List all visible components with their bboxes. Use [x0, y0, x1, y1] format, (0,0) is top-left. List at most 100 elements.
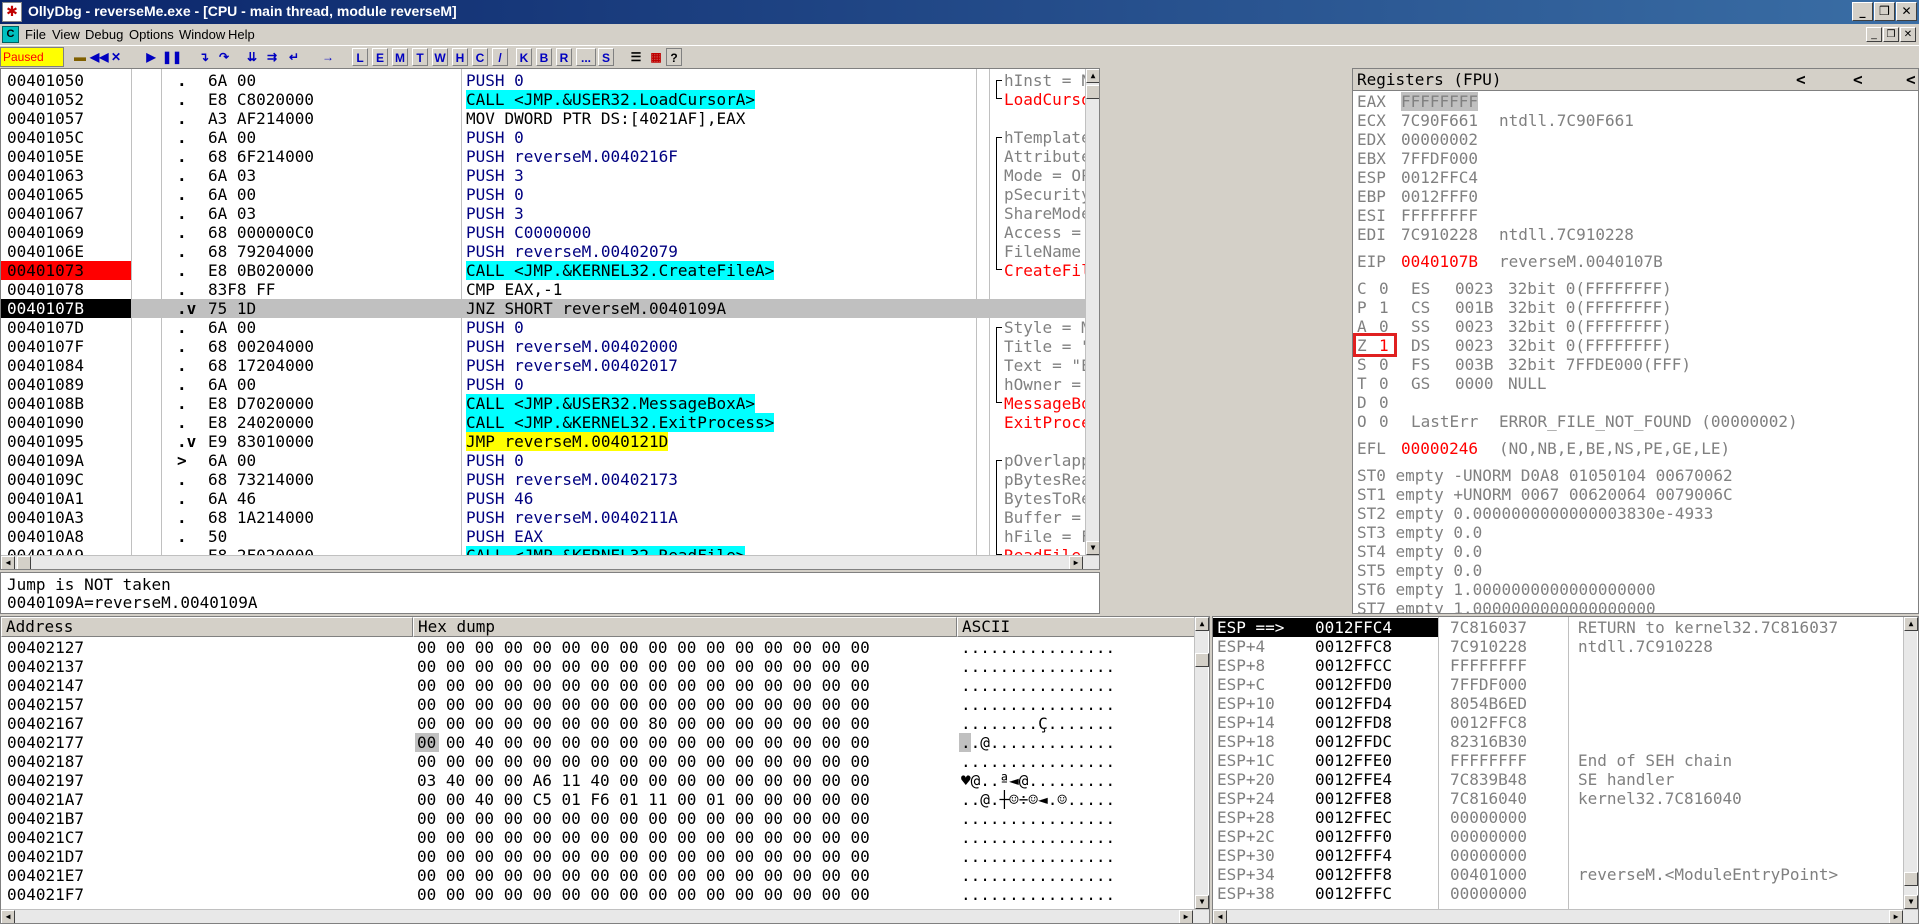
scroll-left-icon[interactable]: ◀ — [1, 910, 15, 923]
toolbar-source-button[interactable]: S — [598, 48, 614, 66]
stack-address[interactable]: 0012FFD4 — [1315, 694, 1392, 713]
dump-hex-bytes[interactable]: 00 00 00 00 00 00 00 00 00 00 00 00 00 0… — [417, 657, 870, 676]
disasm-row[interactable]: 00401057. A3 AF214000 MOV DWORD PTR DS:[40… — [1, 109, 1086, 128]
stack-relative[interactable]: ESP+8 — [1217, 656, 1265, 675]
disasm-row[interactable]: 00401052. E8 C8020000 CALL <JMP.&USER32.Lo… — [1, 90, 1086, 109]
stack-relative[interactable]: ESP+1C — [1217, 751, 1275, 770]
dump-hex-bytes[interactable]: 00 00 00 00 00 00 00 00 00 00 00 00 00 0… — [417, 695, 870, 714]
toolbar-modules-button[interactable]: E — [372, 48, 388, 66]
stack-address[interactable]: 0012FFC4 — [1315, 618, 1392, 637]
disasm-row[interactable]: 0040109A >6A 00 PUSH 0 — [1, 451, 1086, 470]
fpu-register[interactable]: ST0 empty -UNORM D0A8 01050104 00670062 — [1357, 466, 1733, 485]
scroll-up-icon[interactable]: ▲ — [1904, 617, 1918, 631]
rewind-icon[interactable]: ◀◀ — [90, 48, 108, 66]
flag-value[interactable]: 1 — [1379, 298, 1389, 317]
register-value[interactable]: 0012FFF0 — [1401, 187, 1478, 206]
dump-ascii[interactable]: ........Ç....... — [961, 714, 1115, 733]
dump-hex-bytes[interactable]: 00 00 40 00 00 00 00 00 00 00 00 00 00 0… — [417, 733, 870, 752]
dump-header-hex[interactable]: Hex dump — [413, 617, 957, 637]
stack-value[interactable]: FFFFFFFF — [1450, 656, 1527, 675]
disasm-row[interactable]: 0040107F. 68 00204000 PUSH reverseM.004020… — [1, 337, 1086, 356]
dump-hex-bytes[interactable]: 00 00 40 00 C5 01 F6 01 11 00 01 00 00 0… — [417, 790, 870, 809]
stack-address[interactable]: 0012FFD8 — [1315, 713, 1392, 732]
stack-value[interactable]: 7C910228 — [1450, 637, 1527, 656]
dump-address[interactable]: 004021B7 — [7, 809, 84, 828]
stack-relative[interactable]: ESP+10 — [1217, 694, 1275, 713]
dump-hex-bytes[interactable]: 00 00 00 00 00 00 00 00 00 00 00 00 00 0… — [417, 638, 870, 657]
scroll-right-icon[interactable]: ▶ — [1069, 556, 1083, 569]
flag-value[interactable]: 0 — [1379, 393, 1389, 412]
registers-nav-back[interactable]: < — [1853, 70, 1863, 89]
stack-address[interactable]: 0012FFF8 — [1315, 865, 1392, 884]
open-icon[interactable]: ▬ — [72, 48, 88, 66]
disasm-row[interactable]: 004010A3. 68 1A214000 PUSH reverseM.004021… — [1, 508, 1086, 527]
disasm-row[interactable]: 00401084. 68 17204000 PUSH reverseM.004020… — [1, 356, 1086, 375]
stack-address[interactable]: 0012FFFC — [1315, 884, 1392, 903]
scroll-up-icon[interactable]: ▲ — [1195, 617, 1209, 631]
stack-relative[interactable]: ESP+38 — [1217, 884, 1275, 903]
dump-ascii[interactable]: ................ — [961, 752, 1115, 771]
stack-relative[interactable]: ESP+18 — [1217, 732, 1275, 751]
disasm-row[interactable]: 00401067. 6A 03 PUSH 3 — [1, 204, 1086, 223]
stack-address[interactable]: 0012FFE0 — [1315, 751, 1392, 770]
fpu-register[interactable]: ST1 empty +UNORM 0067 00620064 0079006C — [1357, 485, 1733, 504]
dump-hex-bytes[interactable]: 00 00 00 00 00 00 00 00 00 00 00 00 00 0… — [417, 676, 870, 695]
step-over-icon[interactable]: ↷ — [216, 48, 232, 66]
dump-ascii[interactable]: ................ — [961, 638, 1115, 657]
stack-value[interactable]: 00401000 — [1450, 865, 1527, 884]
dump-ascii[interactable]: ..@............. — [961, 733, 1115, 752]
scroll-thumb[interactable] — [17, 556, 31, 569]
menu-debug[interactable]: Debug — [85, 27, 123, 42]
register-value[interactable]: 7FFDF000 — [1401, 149, 1478, 168]
dump-hex-bytes[interactable]: 00 00 00 00 00 00 00 00 00 00 00 00 00 0… — [417, 828, 870, 847]
mdi-minimize-button[interactable]: _ — [1866, 27, 1882, 42]
stack-address[interactable]: 0012FFC8 — [1315, 637, 1392, 656]
dump-address[interactable]: 00402127 — [7, 638, 84, 657]
stack-value[interactable]: 82316B30 — [1450, 732, 1527, 751]
toolbar-patches-button[interactable]: / — [492, 48, 508, 66]
dump-ascii[interactable]: ................ — [961, 847, 1115, 866]
stack-relative[interactable]: ESP+C — [1217, 675, 1265, 694]
ollydbg-app-icon[interactable]: ✱ — [2, 2, 22, 22]
disasm-row[interactable]: 0040107B .v 75 1D JNZ SHORT reverseM.004010… — [1, 299, 1086, 318]
stack-relative[interactable]: ESP ==> — [1217, 618, 1284, 637]
scroll-down-icon[interactable]: ▼ — [1904, 895, 1918, 909]
toolbar-callstack-button[interactable]: K — [516, 48, 532, 66]
dump-ascii[interactable]: ................ — [961, 657, 1115, 676]
stack-address[interactable]: 0012FFDC — [1315, 732, 1392, 751]
toolbar-runtrace-button[interactable]: ... — [576, 48, 596, 66]
registers-nav-first[interactable]: < — [1906, 70, 1916, 89]
disasm-row[interactable]: 00401090. E8 24020000 CALL <JMP.&KERNEL32.… — [1, 413, 1086, 432]
stack-pane[interactable]: ESP ==> 0012FFC4 7C816037 RETURN to kernel3… — [1212, 616, 1919, 924]
execute-till-return-icon[interactable]: ↵ — [286, 48, 302, 66]
stack-value[interactable]: 00000000 — [1450, 884, 1527, 903]
stack-value[interactable]: 0012FFC8 — [1450, 713, 1527, 732]
stack-value[interactable]: 00000000 — [1450, 827, 1527, 846]
close-icon[interactable]: ✕ — [110, 48, 122, 66]
dump-hex-bytes[interactable]: 00 00 00 00 00 00 00 00 00 00 00 00 00 0… — [417, 809, 870, 828]
register-value[interactable]: 7C90F661 — [1401, 111, 1478, 130]
disasm-row[interactable]: 004010A8. 50 PUSH EAX — [1, 527, 1086, 546]
dump-ascii[interactable]: ................ — [961, 695, 1115, 714]
fpu-register[interactable]: ST2 empty 0.0000000000000003830e-4933 — [1357, 504, 1713, 523]
disasm-row[interactable]: 00401069. 68 000000C0 PUSH C0000000 — [1, 223, 1086, 242]
trace-over-icon[interactable]: ⇉ — [264, 48, 280, 66]
dump-ascii[interactable]: ................ — [961, 809, 1115, 828]
stack-address[interactable]: 0012FFD0 — [1315, 675, 1392, 694]
mdi-close-button[interactable]: ✕ — [1900, 27, 1916, 42]
go-to-icon[interactable]: → — [320, 48, 336, 66]
stack-address[interactable]: 0012FFEC — [1315, 808, 1392, 827]
dump-address[interactable]: 00402167 — [7, 714, 84, 733]
disasm-row[interactable]: 0040107D. 6A 00 PUSH 0 — [1, 318, 1086, 337]
dump-hex-bytes[interactable]: 00 00 00 00 00 00 00 00 00 00 00 00 00 0… — [417, 866, 870, 885]
toolbar-cpu-button[interactable]: C — [472, 48, 488, 66]
toolbar-references-button[interactable]: R — [556, 48, 572, 66]
menu-window[interactable]: Window — [179, 27, 225, 42]
fpu-register[interactable]: ST4 empty 0.0 — [1357, 542, 1482, 561]
stack-relative[interactable]: ESP+20 — [1217, 770, 1275, 789]
scroll-left-icon[interactable]: ◀ — [1213, 910, 1227, 923]
menu-file[interactable]: File — [25, 27, 46, 42]
flag-value[interactable]: 0 — [1379, 279, 1389, 298]
stack-value[interactable]: 7FFDF000 — [1450, 675, 1527, 694]
disasm-row[interactable]: 00401078. 83F8 FF CMP EAX,-1 — [1, 280, 1086, 299]
